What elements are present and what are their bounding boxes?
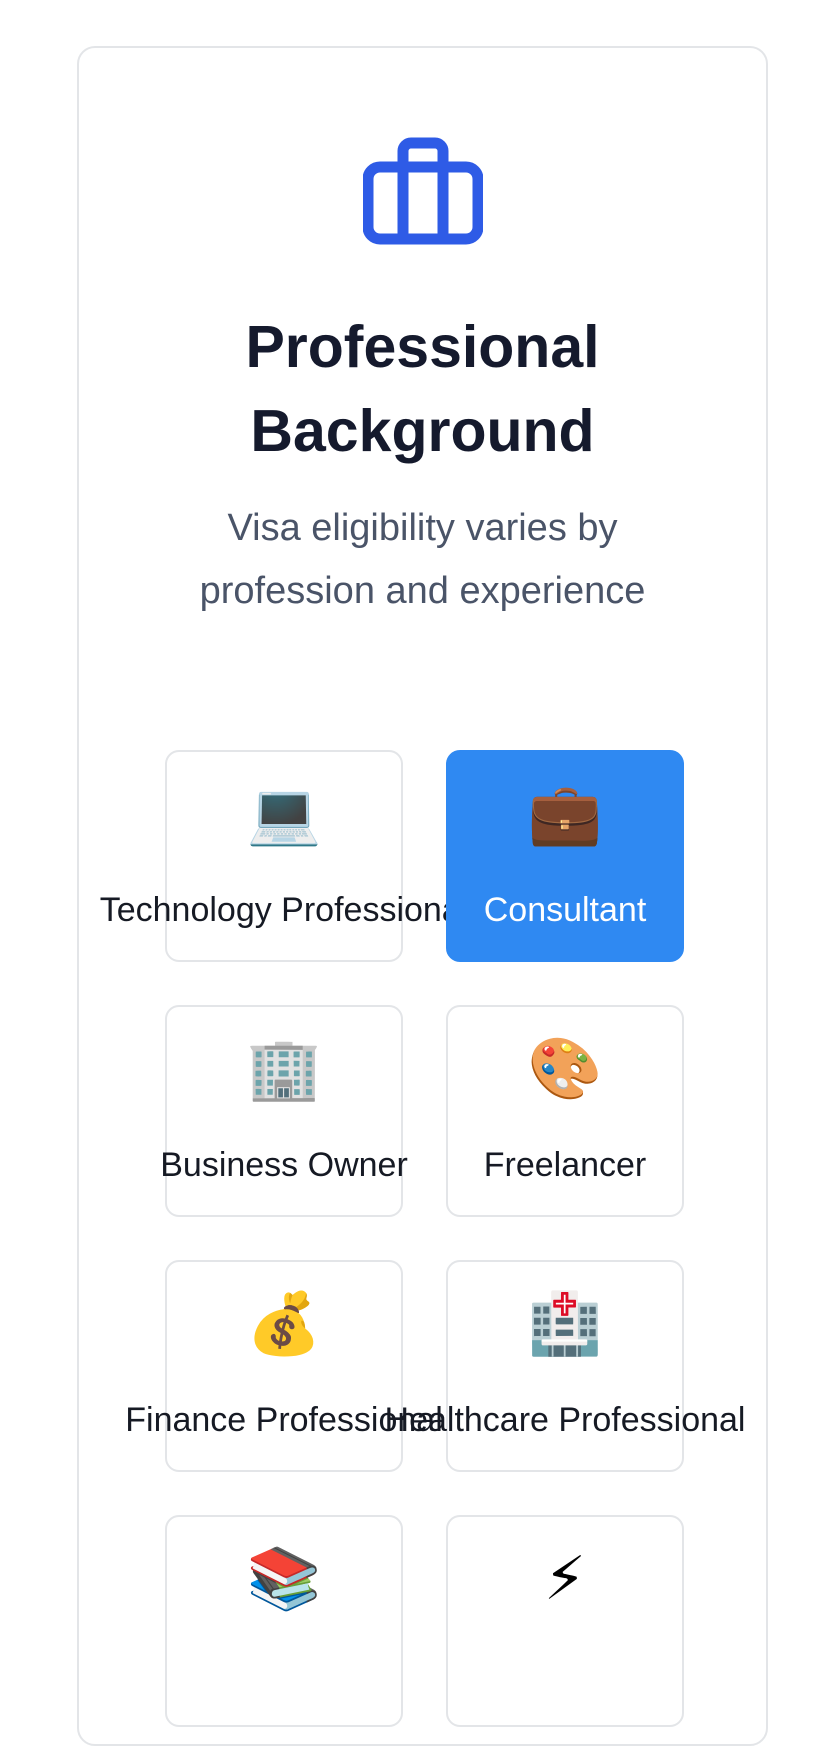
- option-freelancer[interactable]: 🎨 Freelancer: [446, 1005, 684, 1217]
- option-label: Freelancer: [483, 1146, 647, 1184]
- briefcase-emoji-icon: 💼: [527, 779, 603, 849]
- laptop-icon: 💻: [246, 779, 322, 849]
- palette-icon: 🎨: [527, 1034, 603, 1104]
- option-label: Consultant: [483, 891, 647, 929]
- lightning-icon: ⚡: [543, 1544, 587, 1614]
- option-business-owner[interactable]: 🏢 Business Owner: [160, 1005, 408, 1217]
- option-consultant[interactable]: 💼 Consultant: [446, 750, 684, 962]
- option-technology-professional[interactable]: 💻 Technology Professional: [100, 750, 468, 962]
- books-icon: 📚: [246, 1544, 322, 1614]
- option-education[interactable]: 📚: [165, 1515, 403, 1727]
- option-finance-professional[interactable]: 💰 Finance Professional: [125, 1260, 443, 1472]
- money-bag-icon: 💰: [246, 1289, 322, 1359]
- office-building-icon: 🏢: [246, 1034, 322, 1104]
- page-title: Professional Background: [245, 314, 600, 464]
- briefcase-icon: [363, 137, 483, 245]
- option-energy[interactable]: ⚡: [446, 1515, 684, 1727]
- option-healthcare-professional[interactable]: 🏥 Healthcare Professional: [385, 1260, 745, 1472]
- option-label: Business Owner: [160, 1146, 408, 1184]
- hospital-icon: 🏥: [527, 1289, 603, 1359]
- page-subtitle: Visa eligibility varies by profession an…: [199, 507, 646, 612]
- option-label: Technology Professional: [99, 891, 469, 929]
- option-label: Healthcare Professional: [384, 1401, 746, 1439]
